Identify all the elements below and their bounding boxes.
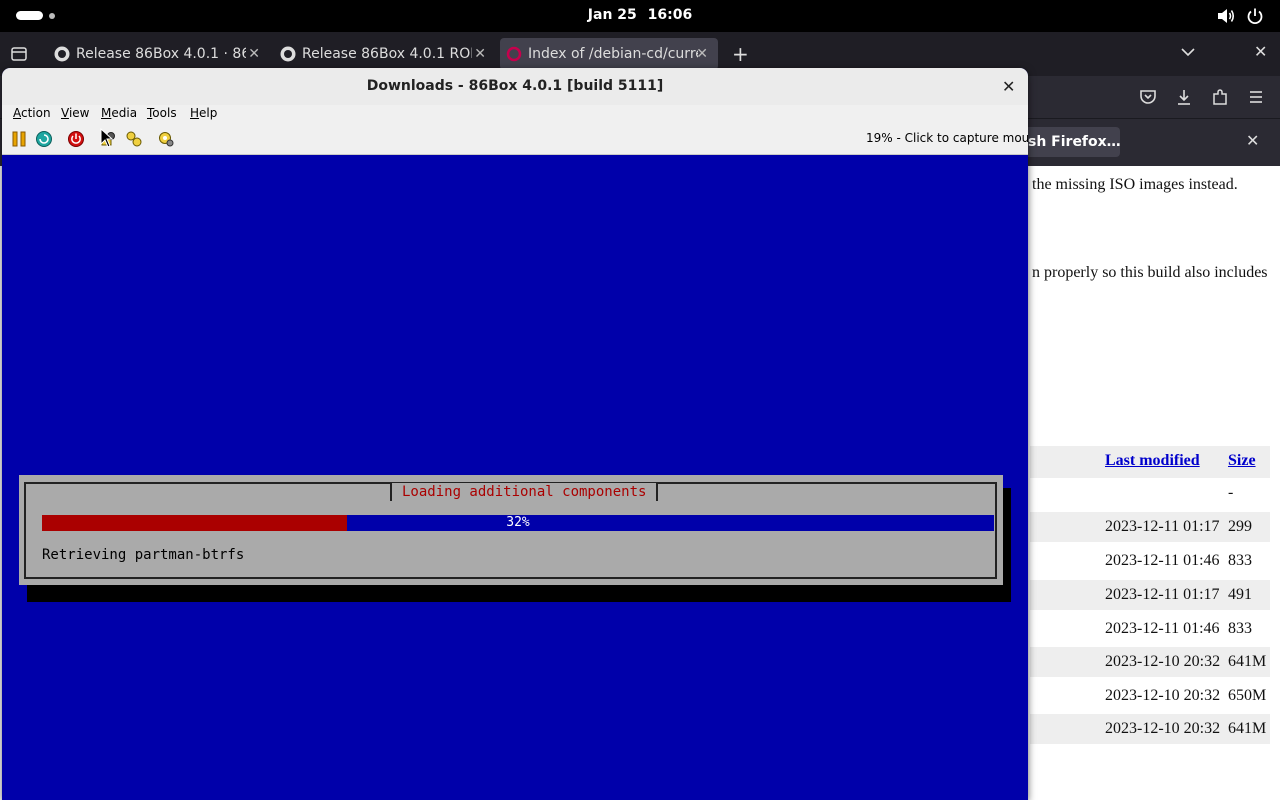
page-text-line: the missing ISO images instead.: [1032, 176, 1238, 193]
table-row: -: [1030, 478, 1270, 508]
menu-view-mnemonic: V: [61, 106, 69, 120]
pocket-icon[interactable]: [1139, 88, 1157, 106]
row-size: 833: [1228, 620, 1252, 637]
mouse-pointer-icon: [100, 128, 114, 148]
tab-release-86box-roms[interactable]: Release 86Box 4.0.1 ROM ✕: [280, 38, 490, 70]
chevron-down-icon[interactable]: [1180, 44, 1196, 60]
row-size: 491: [1228, 586, 1252, 603]
menu-help[interactable]: Help: [190, 106, 217, 120]
window-titlebar[interactable]: Downloads - 86Box 4.0.1 [build 5111] ✕: [2, 68, 1028, 105]
progress-message: Retrieving partman-btrfs: [42, 547, 245, 563]
clock[interactable]: Jan 25 16:06: [0, 7, 1280, 23]
top-bar: Jan 25 16:06: [0, 0, 1280, 32]
menu-media-mnemonic: M: [101, 106, 112, 120]
table-row: 2023-12-11 01:17 299: [1030, 512, 1270, 542]
tab-debian-index[interactable]: Index of /debian-cd/curre ✕: [500, 38, 718, 70]
menu-tools-rest: ools: [152, 106, 177, 120]
clock-date: Jan 25: [587, 7, 637, 23]
row-size: 299: [1228, 518, 1252, 535]
86box-window: Downloads - 86Box 4.0.1 [build 5111] ✕ A…: [2, 68, 1028, 800]
row-date: 2023-12-11 01:46: [1105, 552, 1220, 569]
menu-bar: Action View Media Tools Help: [2, 105, 1028, 123]
tab-overview-icon[interactable]: [10, 45, 28, 63]
table-row: 2023-12-10 20:32 641M: [1030, 714, 1270, 744]
ctrl-alt-esc-icon[interactable]: [125, 130, 143, 148]
pause-icon[interactable]: [10, 130, 28, 148]
row-date: 2023-12-11 01:17: [1105, 586, 1220, 603]
size-header-link[interactable]: Size: [1228, 452, 1256, 470]
row-date: 2023-12-10 20:32: [1105, 720, 1221, 737]
menu-view[interactable]: View: [61, 106, 89, 120]
settings-icon[interactable]: [157, 130, 175, 148]
index-table-header: Last modified Size: [1030, 446, 1270, 478]
row-size: -: [1228, 484, 1234, 501]
tab-close-icon[interactable]: ✕: [248, 38, 260, 70]
row-size: 641M: [1228, 720, 1267, 737]
downloads-icon[interactable]: [1175, 88, 1193, 106]
table-row: 2023-12-11 01:46 833: [1030, 546, 1270, 576]
menu-help-mnemonic: H: [190, 106, 200, 120]
reset-icon[interactable]: [35, 130, 53, 148]
menu-action-rest: ction: [21, 106, 51, 120]
menu-action[interactable]: Action: [13, 106, 51, 120]
installer-dialog: Loading additional components 32% Retrie…: [19, 475, 1003, 585]
tab-release-86box[interactable]: Release 86Box 4.0.1 · 86B ✕: [54, 38, 264, 70]
table-row: 2023-12-10 20:32 650M: [1030, 681, 1270, 711]
row-date: 2023-12-11 01:46: [1105, 620, 1220, 637]
row-date: 2023-12-10 20:32: [1105, 653, 1221, 670]
tab-close-icon[interactable]: ✕: [696, 38, 708, 70]
menu-action-mnemonic: A: [13, 106, 21, 120]
clock-time: 16:06: [647, 7, 693, 23]
new-tab-icon[interactable]: +: [732, 42, 749, 66]
row-size: 641M: [1228, 653, 1267, 670]
menu-media[interactable]: Media: [101, 106, 137, 120]
volume-icon[interactable]: [1216, 7, 1236, 25]
table-row: 2023-12-11 01:17 491: [1030, 580, 1270, 610]
table-row: 2023-12-11 01:46 833: [1030, 614, 1270, 644]
progress-bar: 32%: [42, 515, 994, 531]
github-icon: [280, 46, 296, 62]
tab-label: Release 86Box 4.0.1 · 86B: [76, 46, 246, 62]
menu-tools[interactable]: Tools: [147, 106, 177, 120]
menu-view-rest: iew: [68, 106, 90, 120]
row-date: 2023-12-11 01:17: [1105, 518, 1220, 535]
toolbar: 19% - Click to capture mouse: [2, 123, 1028, 155]
tab-close-icon[interactable]: ✕: [474, 38, 486, 70]
menu-media-rest: edia: [111, 106, 138, 120]
mouse-capture-status[interactable]: 19% - Click to capture mouse: [866, 131, 1028, 145]
row-size: 650M: [1228, 687, 1267, 704]
extensions-icon[interactable]: [1211, 88, 1229, 106]
last-modified-header-link[interactable]: Last modified: [1105, 452, 1200, 470]
row-date: 2023-12-10 20:32: [1105, 687, 1221, 704]
window-title: Downloads - 86Box 4.0.1 [build 5111]: [366, 78, 664, 94]
close-icon[interactable]: ✕: [1002, 77, 1015, 96]
power-icon[interactable]: [1246, 7, 1264, 25]
tab-label: Index of /debian-cd/curre: [528, 46, 698, 62]
vm-screen[interactable]: Loading additional components 32% Retrie…: [2, 155, 1028, 800]
dialog-frame: Loading additional components 32% Retrie…: [24, 482, 997, 579]
power-off-icon[interactable]: [67, 130, 85, 148]
debian-icon: [506, 46, 522, 62]
dialog-title: Loading additional components: [390, 483, 659, 501]
tab-label: Release 86Box 4.0.1 ROM: [302, 46, 472, 62]
progress-percent: 32%: [506, 515, 530, 530]
page-text-line: n properly so this build also includes: [1032, 264, 1268, 281]
window-close-icon[interactable]: ✕: [1254, 42, 1267, 61]
hamburger-menu-icon[interactable]: [1247, 88, 1265, 106]
github-icon: [54, 46, 70, 62]
menu-help-rest: elp: [199, 106, 218, 120]
table-row: 2023-12-10 20:32 641M: [1030, 647, 1270, 677]
notification-close-icon[interactable]: ✕: [1246, 131, 1259, 150]
row-size: 833: [1228, 552, 1252, 569]
